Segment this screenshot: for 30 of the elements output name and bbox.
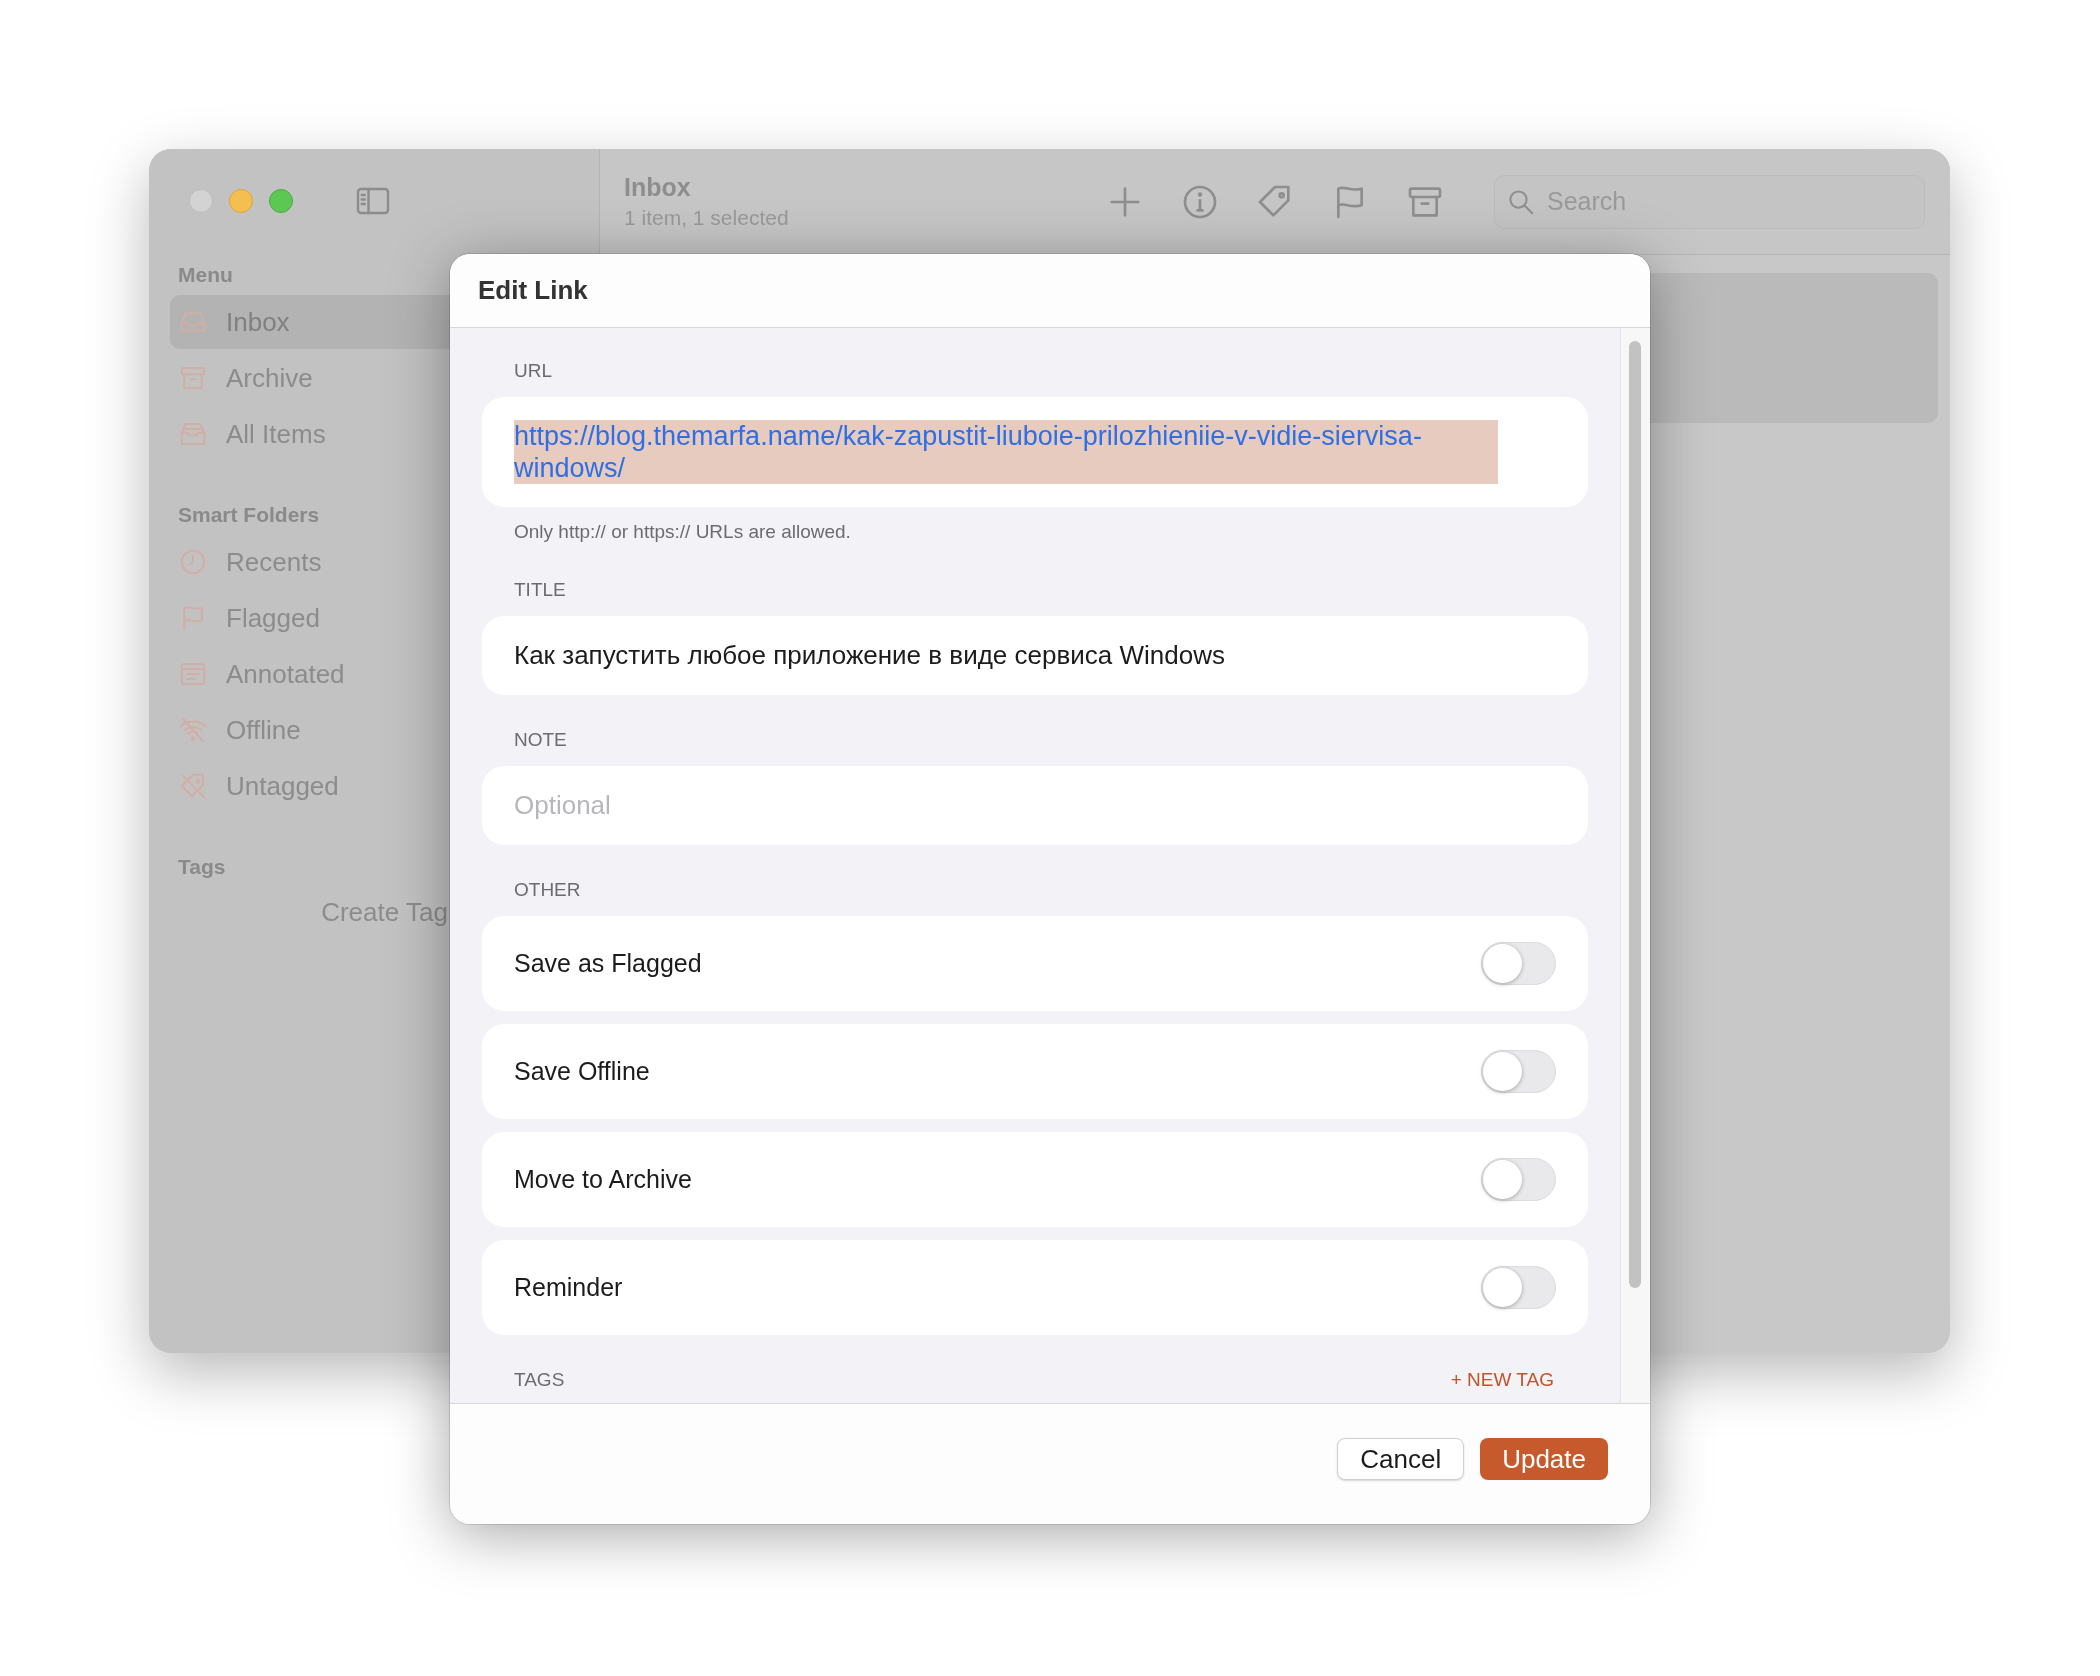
toggle-switch[interactable] <box>1481 1158 1556 1201</box>
field-label: URL <box>513 359 553 383</box>
toggle-switch[interactable] <box>1481 1050 1556 1093</box>
hint-text: Only http:// or https:// URLs are allowed. <box>513 520 852 544</box>
title-field[interactable]: Как запустить любое приложение в виде сервиса Windows <box>482 616 1588 695</box>
tag-off-icon <box>178 771 208 801</box>
field-label: NOTE <box>513 728 568 752</box>
field-label: TAGS <box>514 1368 565 1392</box>
wifi-off-icon <box>178 715 208 745</box>
option-label: Save as Flagged <box>514 949 702 978</box>
scrollbar[interactable] <box>1629 341 1641 1288</box>
toggle-switch[interactable] <box>1481 942 1556 985</box>
option-label: Reminder <box>514 1273 623 1302</box>
cancel-button[interactable]: Cancel <box>1337 1438 1465 1480</box>
zoom-button[interactable] <box>269 189 293 213</box>
field-label: TITLE <box>513 578 567 602</box>
section-heading: Tags <box>177 854 227 880</box>
toggle-switch[interactable] <box>1481 1266 1556 1309</box>
minimize-button[interactable] <box>229 189 253 213</box>
clock-icon <box>178 547 208 577</box>
field-label: OTHER <box>513 878 582 902</box>
section-heading: Smart Folders <box>177 502 321 528</box>
note-field[interactable]: Optional <box>482 766 1588 845</box>
option-label: Save Offline <box>514 1057 650 1086</box>
section-heading: Menu <box>177 262 234 288</box>
url-field[interactable]: https://blog.themarfa.name/kak-zapustit-liuboie-prilozhieniie-v-vidie-siervisa-windows/ <box>482 397 1588 507</box>
update-button[interactable]: Update <box>1480 1438 1608 1480</box>
option-label: Move to Archive <box>514 1165 692 1194</box>
window-title: Inbox <box>624 173 692 202</box>
new-tag-link[interactable]: + NEW TAG <box>1450 1369 1554 1391</box>
